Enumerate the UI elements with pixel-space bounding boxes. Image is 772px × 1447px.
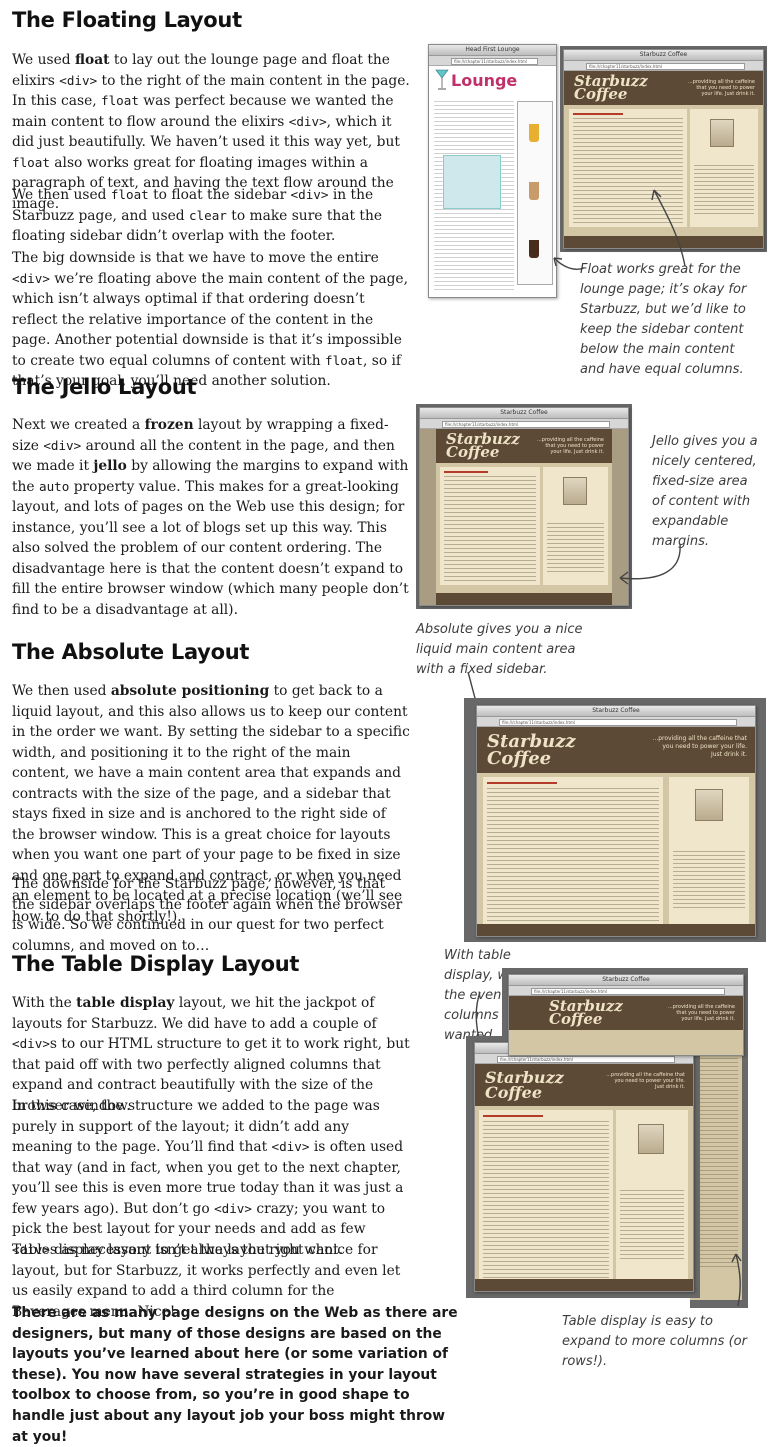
table-annotation-2: Table display is easy to expand to more … (562, 1314, 747, 1369)
lounge-highlight-box (443, 155, 501, 209)
starbuzz-jello-screenshot: Starbuzz Coffee file:///chapter11/starbu… (416, 404, 632, 609)
floating-paragraph-2: We then used float to float the sidebar … (12, 187, 383, 244)
floating-paragraph-3: The big downside is that we have to move… (12, 250, 408, 389)
starbuzz-table-back-screenshot: Starbuzz Coffee file:///chapter11/starbu… (502, 968, 748, 1056)
martini-glass-icon (435, 69, 449, 91)
floating-annotation: Float works great for the lounge page; i… (580, 262, 747, 377)
section-title-jello: The Jello Layout (12, 375, 197, 399)
closing-paragraph: There are as many page designs on the We… (12, 1305, 458, 1445)
starbuzz-logo: Starbuzz Coffee (574, 72, 648, 103)
lounge-window-title: Head First Lounge (429, 45, 556, 56)
section-title-table: The Table Display Layout (12, 952, 300, 976)
absolute-annotation: Absolute gives you a nice liquid main co… (416, 622, 583, 677)
arrow-icon (553, 257, 585, 270)
table-paragraph-2: In this case, the structure we added to … (12, 1098, 404, 1258)
section-title-absolute: The Absolute Layout (12, 640, 250, 664)
lounge-screenshot: Head First Lounge file:///chapter11/star… (428, 44, 557, 298)
arrow-icon (731, 1253, 742, 1307)
arrow-icon (651, 189, 686, 267)
lounge-url-bar: file:///chapter11/starbuzz/index.html (429, 56, 556, 66)
section-title-floating: The Floating Layout (12, 8, 242, 32)
starbuzz-table-screenshot: Starbuzz Coffee file:///chapter11/starbu… (466, 1036, 700, 1298)
starbuzz-absolute-screenshot: Starbuzz Coffee file:///chapter11/starbu… (464, 698, 766, 942)
lounge-logo: Lounge (451, 71, 518, 90)
absolute-paragraph-2: The downside for the Starbuzz page, howe… (12, 876, 403, 954)
jello-paragraph-1: Next we created a frozen layout by wrapp… (12, 417, 409, 618)
arrow-icon (619, 543, 681, 585)
